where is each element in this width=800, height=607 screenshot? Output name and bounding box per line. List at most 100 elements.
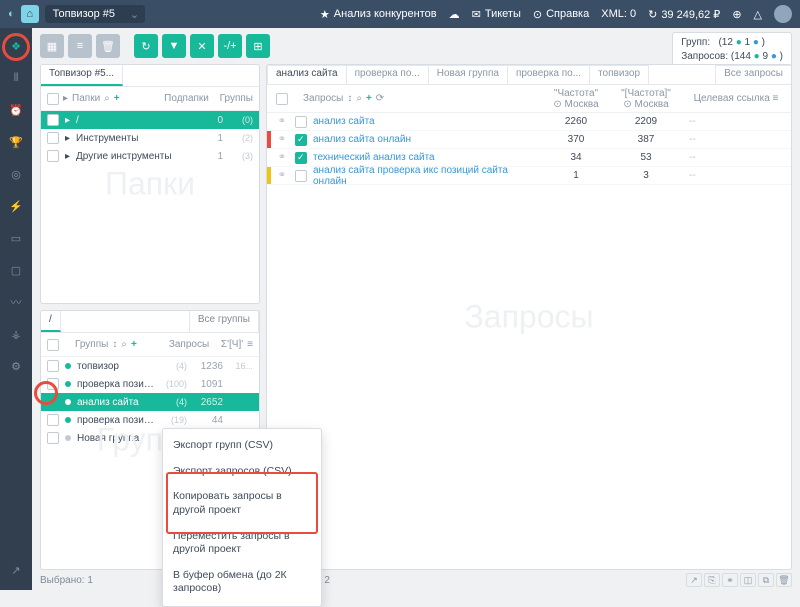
cloud-icon[interactable]: ☁ [449, 8, 460, 21]
help-link[interactable]: ⊙ Справка [533, 8, 589, 21]
group-button[interactable]: ⊞ [246, 34, 270, 58]
queries-check-all[interactable] [276, 93, 288, 105]
group-check[interactable] [47, 432, 59, 444]
group-row[interactable]: проверка позиции сайта в...(19)44 [41, 411, 259, 429]
xml-counter: XML: 0 [601, 8, 636, 20]
footer2-icon-4[interactable]: ◫ [740, 573, 756, 587]
context-item[interactable]: Копировать запросы в другой проект [163, 484, 321, 523]
query-name[interactable]: анализ сайта [313, 116, 375, 127]
link-icon[interactable]: ⚭ [278, 134, 286, 145]
query-name[interactable]: технический анализ сайта [313, 152, 435, 163]
topbar: ◐ ⌂ Топвизор #5 ⌄ ★ Анализ конкурентов ☁… [0, 0, 800, 28]
query-row[interactable]: ⚭анализ сайта онлайн370387-- [267, 131, 791, 149]
folders-tab[interactable]: Топвизор #5... [41, 65, 123, 86]
add-icon[interactable]: ⊕ [732, 8, 741, 21]
query-tab[interactable]: проверка по... [346, 65, 429, 84]
query-check[interactable] [295, 170, 307, 182]
nav-core-icon[interactable]: ❖ [4, 34, 28, 58]
view-grid-button[interactable]: ▦ [40, 34, 64, 58]
query-check[interactable] [295, 152, 307, 164]
main-area: ▦ ≡ 🗑 ↻ ▼ ✕ -/+ ⊞ Групп: (12 ● 1 ● ) Зап… [32, 28, 800, 590]
query-name[interactable]: анализ сайта онлайн [313, 134, 411, 145]
project-selector[interactable]: Топвизор #5 ⌄ [45, 5, 145, 23]
group-row[interactable]: проверка позиций сайта(100)1091 [41, 375, 259, 393]
query-tab[interactable]: Новая группа [428, 65, 508, 84]
competitors-link[interactable]: ★ Анализ конкурентов [320, 8, 437, 21]
queries-head-label: Запросы [303, 93, 343, 104]
nav-tree-icon[interactable]: ⚶ [4, 322, 28, 346]
group-check[interactable] [47, 360, 59, 372]
footer2-icon-2[interactable]: ⎘ [704, 573, 720, 587]
link-icon[interactable]: ⚭ [278, 152, 286, 163]
folder-check[interactable] [47, 114, 59, 126]
avatar[interactable] [774, 5, 792, 23]
freq-button[interactable]: -/+ [218, 34, 242, 58]
logo-icon[interactable]: ◐ [8, 8, 15, 20]
groups-head-label: Группы [75, 339, 108, 350]
footer2-icon-3[interactable]: ⚭ [722, 573, 738, 587]
nav-gear-icon[interactable]: ⚙ [4, 354, 28, 378]
add-group-button[interactable]: + [131, 339, 137, 350]
group-check[interactable] [47, 378, 59, 390]
balance[interactable]: ↻ 39 249,62 ₽ [648, 8, 720, 21]
delete-button[interactable]: 🗑 [96, 34, 120, 58]
groups-all-tab[interactable]: Все группы [189, 311, 259, 332]
nav-export-icon[interactable]: ↗ [4, 558, 28, 582]
view-list-button[interactable]: ≡ [68, 34, 92, 58]
queries-panel: анализ сайтапроверка по...Новая группапр… [266, 64, 792, 570]
context-item[interactable]: Экспорт запросов (CSV) [163, 459, 321, 485]
shuffle-button[interactable]: ✕ [190, 34, 214, 58]
nav-target-icon[interactable]: ◎ [4, 162, 28, 186]
group-row[interactable]: анализ сайта(4)2652 [41, 393, 259, 411]
add-folder-button[interactable]: + [114, 93, 120, 104]
query-tab[interactable]: топвизор [589, 65, 649, 84]
nav-wave-icon[interactable]: 〰 [4, 290, 28, 314]
folder-row[interactable]: ▸/0(0) [41, 111, 259, 129]
left-nav: ❖ ⫴ ⏰ 🏆 ◎ ⚡ ▭ ▢ 〰 ⚶ ⚙ ↗ [0, 28, 32, 590]
queries-watermark: Запросы [464, 299, 593, 336]
nav-card-icon[interactable]: ▭ [4, 226, 28, 250]
footer2-icon-1[interactable]: ↗ [686, 573, 702, 587]
query-check[interactable] [295, 116, 307, 128]
query-settings-icon[interactable]: ⟳ [376, 93, 384, 104]
nav-alarm-icon[interactable]: ⏰ [4, 98, 28, 122]
query-tab[interactable]: проверка по... [507, 65, 590, 84]
query-row[interactable]: ⚭ анализ сайта проверка икс позиций сайта… [267, 167, 791, 185]
selection-count-left: Выбрано: 1 [40, 575, 93, 586]
folder-row[interactable]: ▸Другие инструменты1(3) [41, 147, 259, 165]
footer2-icon-6[interactable]: 🗑 [776, 573, 792, 587]
nav-analytics-icon[interactable]: ⫴ [4, 66, 28, 90]
folders-watermark: Папки [105, 166, 195, 203]
query-name[interactable]: анализ сайта проверка икс позиций сайта … [313, 165, 508, 187]
folders-panel: Топвизор #5... ▸ Папки ⌕ + Подпапки Груп… [40, 64, 260, 304]
group-check[interactable] [47, 414, 59, 426]
tickets-link[interactable]: ✉ Тикеты [472, 8, 521, 21]
nav-screen-icon[interactable]: ▢ [4, 258, 28, 282]
footer2-icon-5[interactable]: ⧉ [758, 573, 774, 587]
context-item[interactable]: В буфер обмена (до 2К запросов) [163, 563, 321, 602]
groups-tab[interactable]: / [41, 311, 61, 332]
home-icon[interactable]: ⌂ [21, 5, 39, 23]
refresh-button[interactable]: ↻ [134, 34, 158, 58]
groups-check-all[interactable] [47, 339, 59, 351]
add-query-button[interactable]: + [366, 93, 372, 104]
query-check[interactable] [295, 134, 307, 146]
link-icon[interactable]: ⚭ [278, 170, 286, 181]
nav-trophy-icon[interactable]: 🏆 [4, 130, 28, 154]
query-tab-all[interactable]: Все запросы [715, 65, 792, 84]
bell-icon[interactable]: △ [754, 8, 762, 21]
footer: Выбрано: 1 ⎘ ⚭ + ⧉ 🗑 ▸ Выбрано: 2 ↗ ⎘ ⚭ … [40, 572, 792, 588]
filter-button[interactable]: ▼ [162, 34, 186, 58]
nav-bolt-icon[interactable]: ⚡ [4, 194, 28, 218]
folder-check[interactable] [47, 150, 59, 162]
folders-check-all[interactable] [47, 93, 59, 105]
folder-check[interactable] [47, 132, 59, 144]
context-item[interactable]: Переместить запросы в другой проект [163, 524, 321, 563]
query-row[interactable]: ⚭анализ сайта22602209-- [267, 113, 791, 131]
group-row[interactable]: топвизор(4)123616... [41, 357, 259, 375]
group-check[interactable] [47, 396, 59, 408]
folder-row[interactable]: ▸Инструменты1(2) [41, 129, 259, 147]
query-tab[interactable]: анализ сайта [267, 65, 347, 84]
link-icon[interactable]: ⚭ [278, 116, 286, 127]
context-item[interactable]: Экспорт групп (CSV) [163, 433, 321, 459]
